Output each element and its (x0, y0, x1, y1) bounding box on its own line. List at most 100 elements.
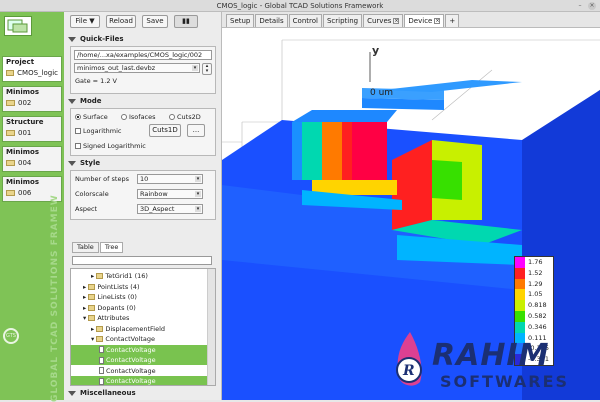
isofaces-radio[interactable]: Isofaces (121, 113, 156, 121)
checkbox-label: Logarithmic (83, 127, 122, 135)
tree-row-label: LineLists (0) (97, 293, 137, 301)
tree-scrollbar[interactable] (207, 269, 215, 385)
tree-row[interactable]: ▾ ContactVoltage (71, 334, 207, 344)
aspect-select[interactable]: 3D_Aspect ▾ (137, 204, 203, 214)
mode-box: Surface Isofaces Cuts2D Logarithmic Cuts… (70, 108, 216, 156)
file-icon (99, 346, 104, 353)
tree-row-label: PointLists (4) (97, 282, 140, 291)
title-bar: CMOS_logic - Global TCAD Solutions Frame… (0, 0, 600, 12)
folder-icon (96, 336, 104, 342)
legend-swatch (515, 300, 525, 311)
tab-device[interactable]: Device × (404, 14, 445, 27)
colorscale-value: Rainbow (140, 190, 168, 198)
tab-add[interactable]: + (445, 14, 460, 27)
minimize-icon[interactable]: – (576, 2, 584, 10)
collapse-icon (68, 161, 76, 166)
tree-row[interactable]: ContactVoltage (71, 366, 207, 376)
tab-label: + (449, 17, 456, 25)
tree-view: ▸ TetGrid1 (16) ▸ PointLists (4) ▸ LineLis… (70, 268, 216, 386)
close-tab-icon[interactable]: × (393, 18, 400, 24)
tab-details[interactable]: Details (255, 14, 288, 27)
quickfiles-box: /home/...xa/examples/CMOS_logic/002 mini… (70, 46, 216, 94)
quickfiles-header[interactable]: Quick-Files (68, 34, 218, 45)
project-card[interactable]: Project CMOS_logic (2, 56, 62, 82)
tab-label: Device (408, 17, 433, 25)
gts-badge-icon: GTS (3, 328, 19, 344)
steps-select[interactable]: 10 ▾ (137, 174, 203, 184)
reload-button[interactable]: Reload (106, 15, 136, 28)
close-icon[interactable]: × (588, 2, 596, 10)
section-title: Style (80, 159, 101, 167)
cuts1d-button[interactable]: Cuts1D (149, 124, 181, 137)
file-icon (99, 377, 104, 385)
legend-value: 1.29 (528, 279, 543, 288)
section-title: Miscellaneous (80, 389, 136, 397)
legend-swatch (515, 321, 525, 333)
misc-header[interactable]: Miscellaneous (68, 388, 218, 399)
radio-selected-icon (75, 114, 81, 120)
svg-text:R: R (402, 363, 415, 379)
layout-toggle-button[interactable]: ▮▮ (174, 15, 198, 28)
tab-label: Curves (367, 17, 392, 25)
section-title: Mode (80, 97, 102, 105)
cuts2d-radio[interactable]: Cuts2D (169, 113, 201, 121)
tab-table[interactable]: Table (72, 242, 99, 253)
tree-row[interactable]: ContactVoltage (71, 376, 207, 385)
aspect-value: 3D_Aspect (140, 205, 175, 213)
tree-row-label: ContactVoltage (106, 345, 156, 354)
tree-row[interactable]: ContactVoltage (71, 344, 207, 355)
tree-row[interactable]: ▸ DisplacementField (71, 324, 207, 334)
tree-row[interactable]: ContactVoltage (71, 355, 207, 365)
logarithmic-checkbox[interactable]: Logarithmic (75, 127, 121, 135)
close-tab-icon[interactable]: × (434, 18, 441, 24)
save-button[interactable]: Save (142, 15, 168, 28)
tab-scripting[interactable]: Scripting (322, 14, 363, 27)
axis-unit-label: 0 um (370, 88, 393, 98)
mode-header[interactable]: Mode (68, 96, 218, 107)
legend-value: 1.05 (528, 290, 543, 299)
radio-label: Surface (83, 113, 108, 121)
legend-swatch (515, 278, 525, 290)
file-menu-button[interactable]: File ▼ (70, 15, 100, 28)
tab-label: Setup (230, 17, 251, 25)
radio-label: Cuts2D (177, 113, 201, 121)
lower-tabs: Table Tree (72, 242, 124, 253)
checkbox-icon (75, 143, 81, 149)
nav-card-value: 002 (18, 99, 32, 107)
legend-value: 0.818 (528, 301, 547, 310)
tab-setup[interactable]: Setup (226, 14, 255, 27)
signed-log-checkbox[interactable]: Signed Logarithmic (75, 142, 146, 150)
file-stepper[interactable]: ▴ ▾ (202, 63, 212, 75)
tree-row-label: ContactVoltage (106, 356, 156, 364)
surface-radio[interactable]: Surface (75, 113, 108, 121)
path-field[interactable]: /home/...xa/examples/CMOS_logic/002 (74, 50, 212, 60)
tree-row[interactable]: ▸ PointLists (4) (71, 282, 207, 292)
file-select[interactable]: minimos_out_last.devbz ▾ (74, 63, 200, 73)
more-options-button[interactable]: ... (187, 124, 205, 137)
tree-row[interactable]: ▸ TetGrid1 (16) (71, 271, 207, 281)
nav-card-minimos-002[interactable]: Minimos 002 (2, 86, 62, 112)
tree-row[interactable]: ▸ LineLists (0) (71, 292, 207, 302)
chevron-down-icon: ▾ (195, 191, 201, 197)
tab-label: Scripting (326, 17, 359, 25)
chevron-down-icon: ▾ (195, 176, 201, 182)
nav-card-structure-001[interactable]: Structure 001 (2, 116, 62, 142)
tree-row[interactable]: ▸ Dopants (0) (71, 303, 207, 313)
tab-tree[interactable]: Tree (99, 242, 124, 253)
tab-control[interactable]: Control (288, 14, 322, 27)
legend-swatch (515, 289, 525, 301)
legend-swatch (515, 267, 525, 279)
colorscale-select[interactable]: Rainbow ▾ (137, 189, 203, 199)
nav-card-minimos-004[interactable]: Minimos 004 (2, 146, 62, 172)
tree-filter-input[interactable] (72, 256, 212, 265)
style-header[interactable]: Style (68, 158, 218, 169)
legend-swatch (515, 257, 525, 268)
chevron-down-icon: ▾ (195, 206, 201, 212)
tree-row[interactable]: ▾ Attributes (71, 313, 207, 323)
style-box: Number of steps 10 ▾ Colorscale Rainbow ▾ … (70, 170, 216, 220)
folder-icon (6, 70, 15, 76)
tab-curves[interactable]: Curves × (363, 14, 404, 27)
folder-icon (88, 304, 96, 311)
tree-row-label: DisplacementField (105, 324, 166, 333)
folder-icon (6, 160, 15, 166)
